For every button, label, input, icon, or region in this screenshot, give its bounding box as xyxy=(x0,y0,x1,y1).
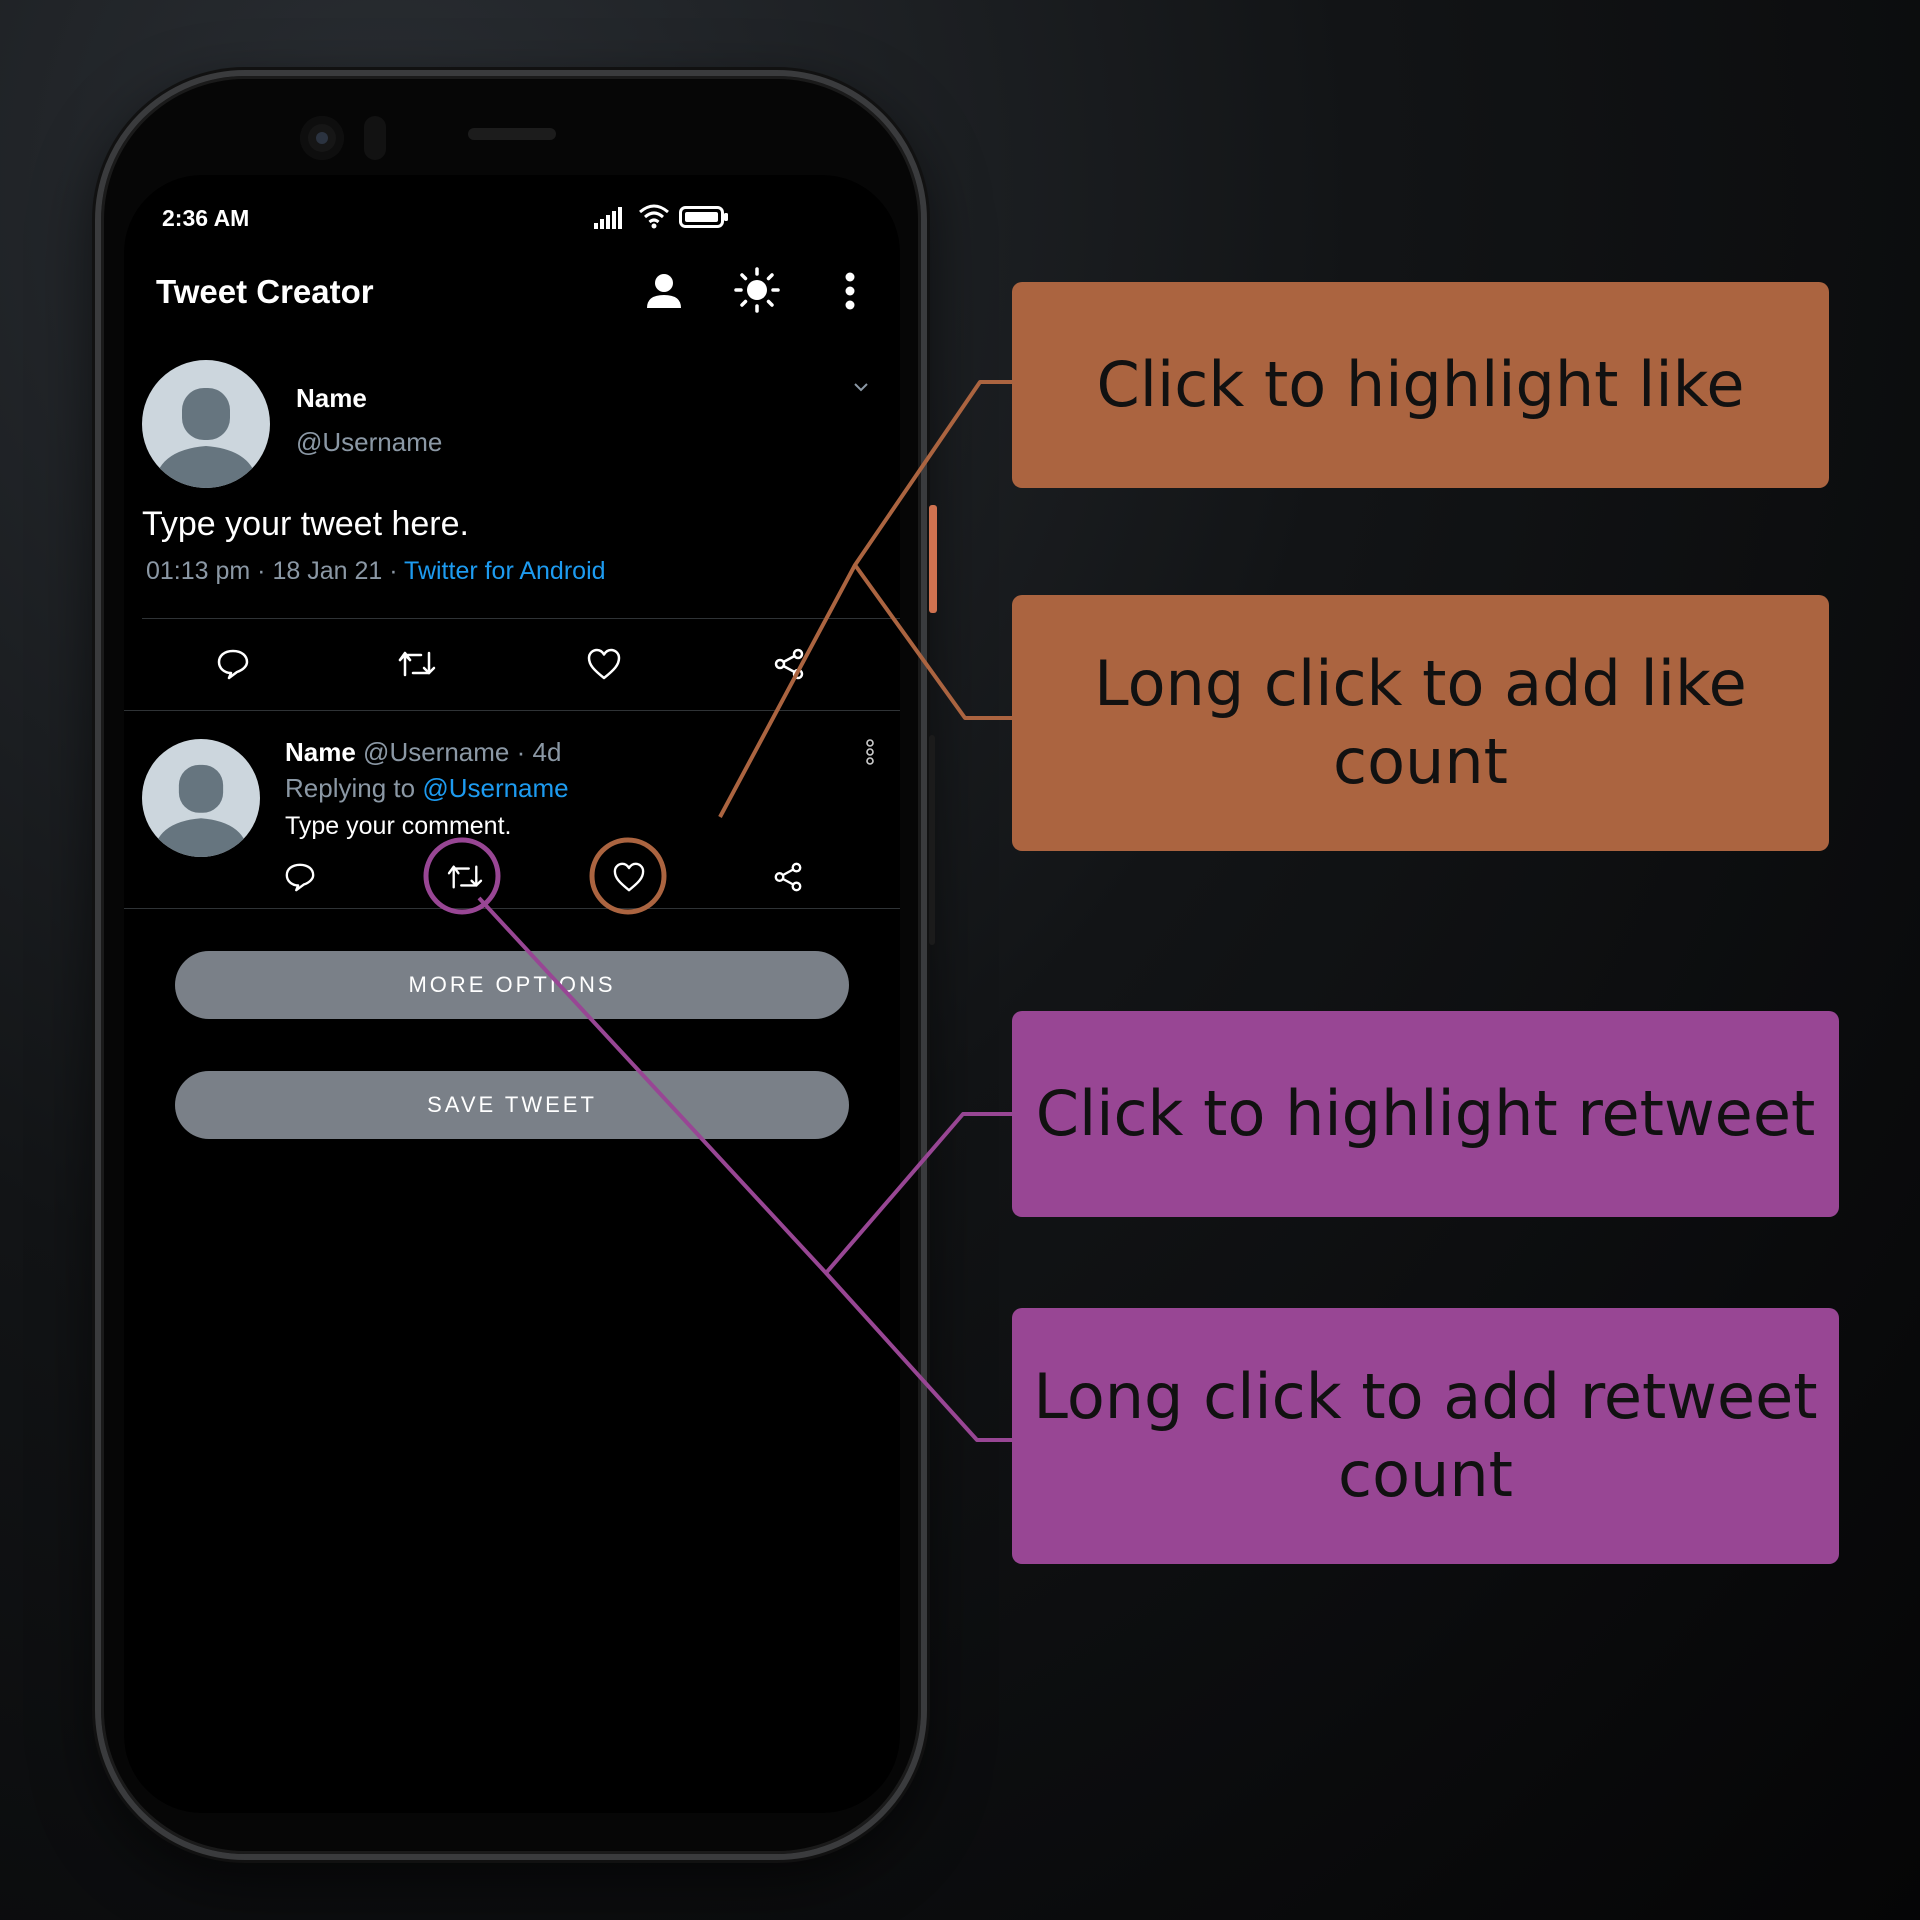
like-connector-branch xyxy=(853,563,1012,720)
like-highlight-ring xyxy=(589,837,667,915)
retweet-connector-line xyxy=(477,896,1012,1275)
callout-add-retweet-count: Long click to add retweet count xyxy=(1012,1308,1839,1564)
retweet-connector-branch xyxy=(824,1271,1012,1442)
callout-add-like-count: Long click to add like count xyxy=(1012,595,1829,851)
like-connector-line xyxy=(718,380,1012,818)
callout-highlight-retweet: Click to highlight retweet xyxy=(1012,1011,1839,1217)
callout-highlight-like: Click to highlight like xyxy=(1012,282,1829,488)
retweet-highlight-ring xyxy=(423,837,501,915)
